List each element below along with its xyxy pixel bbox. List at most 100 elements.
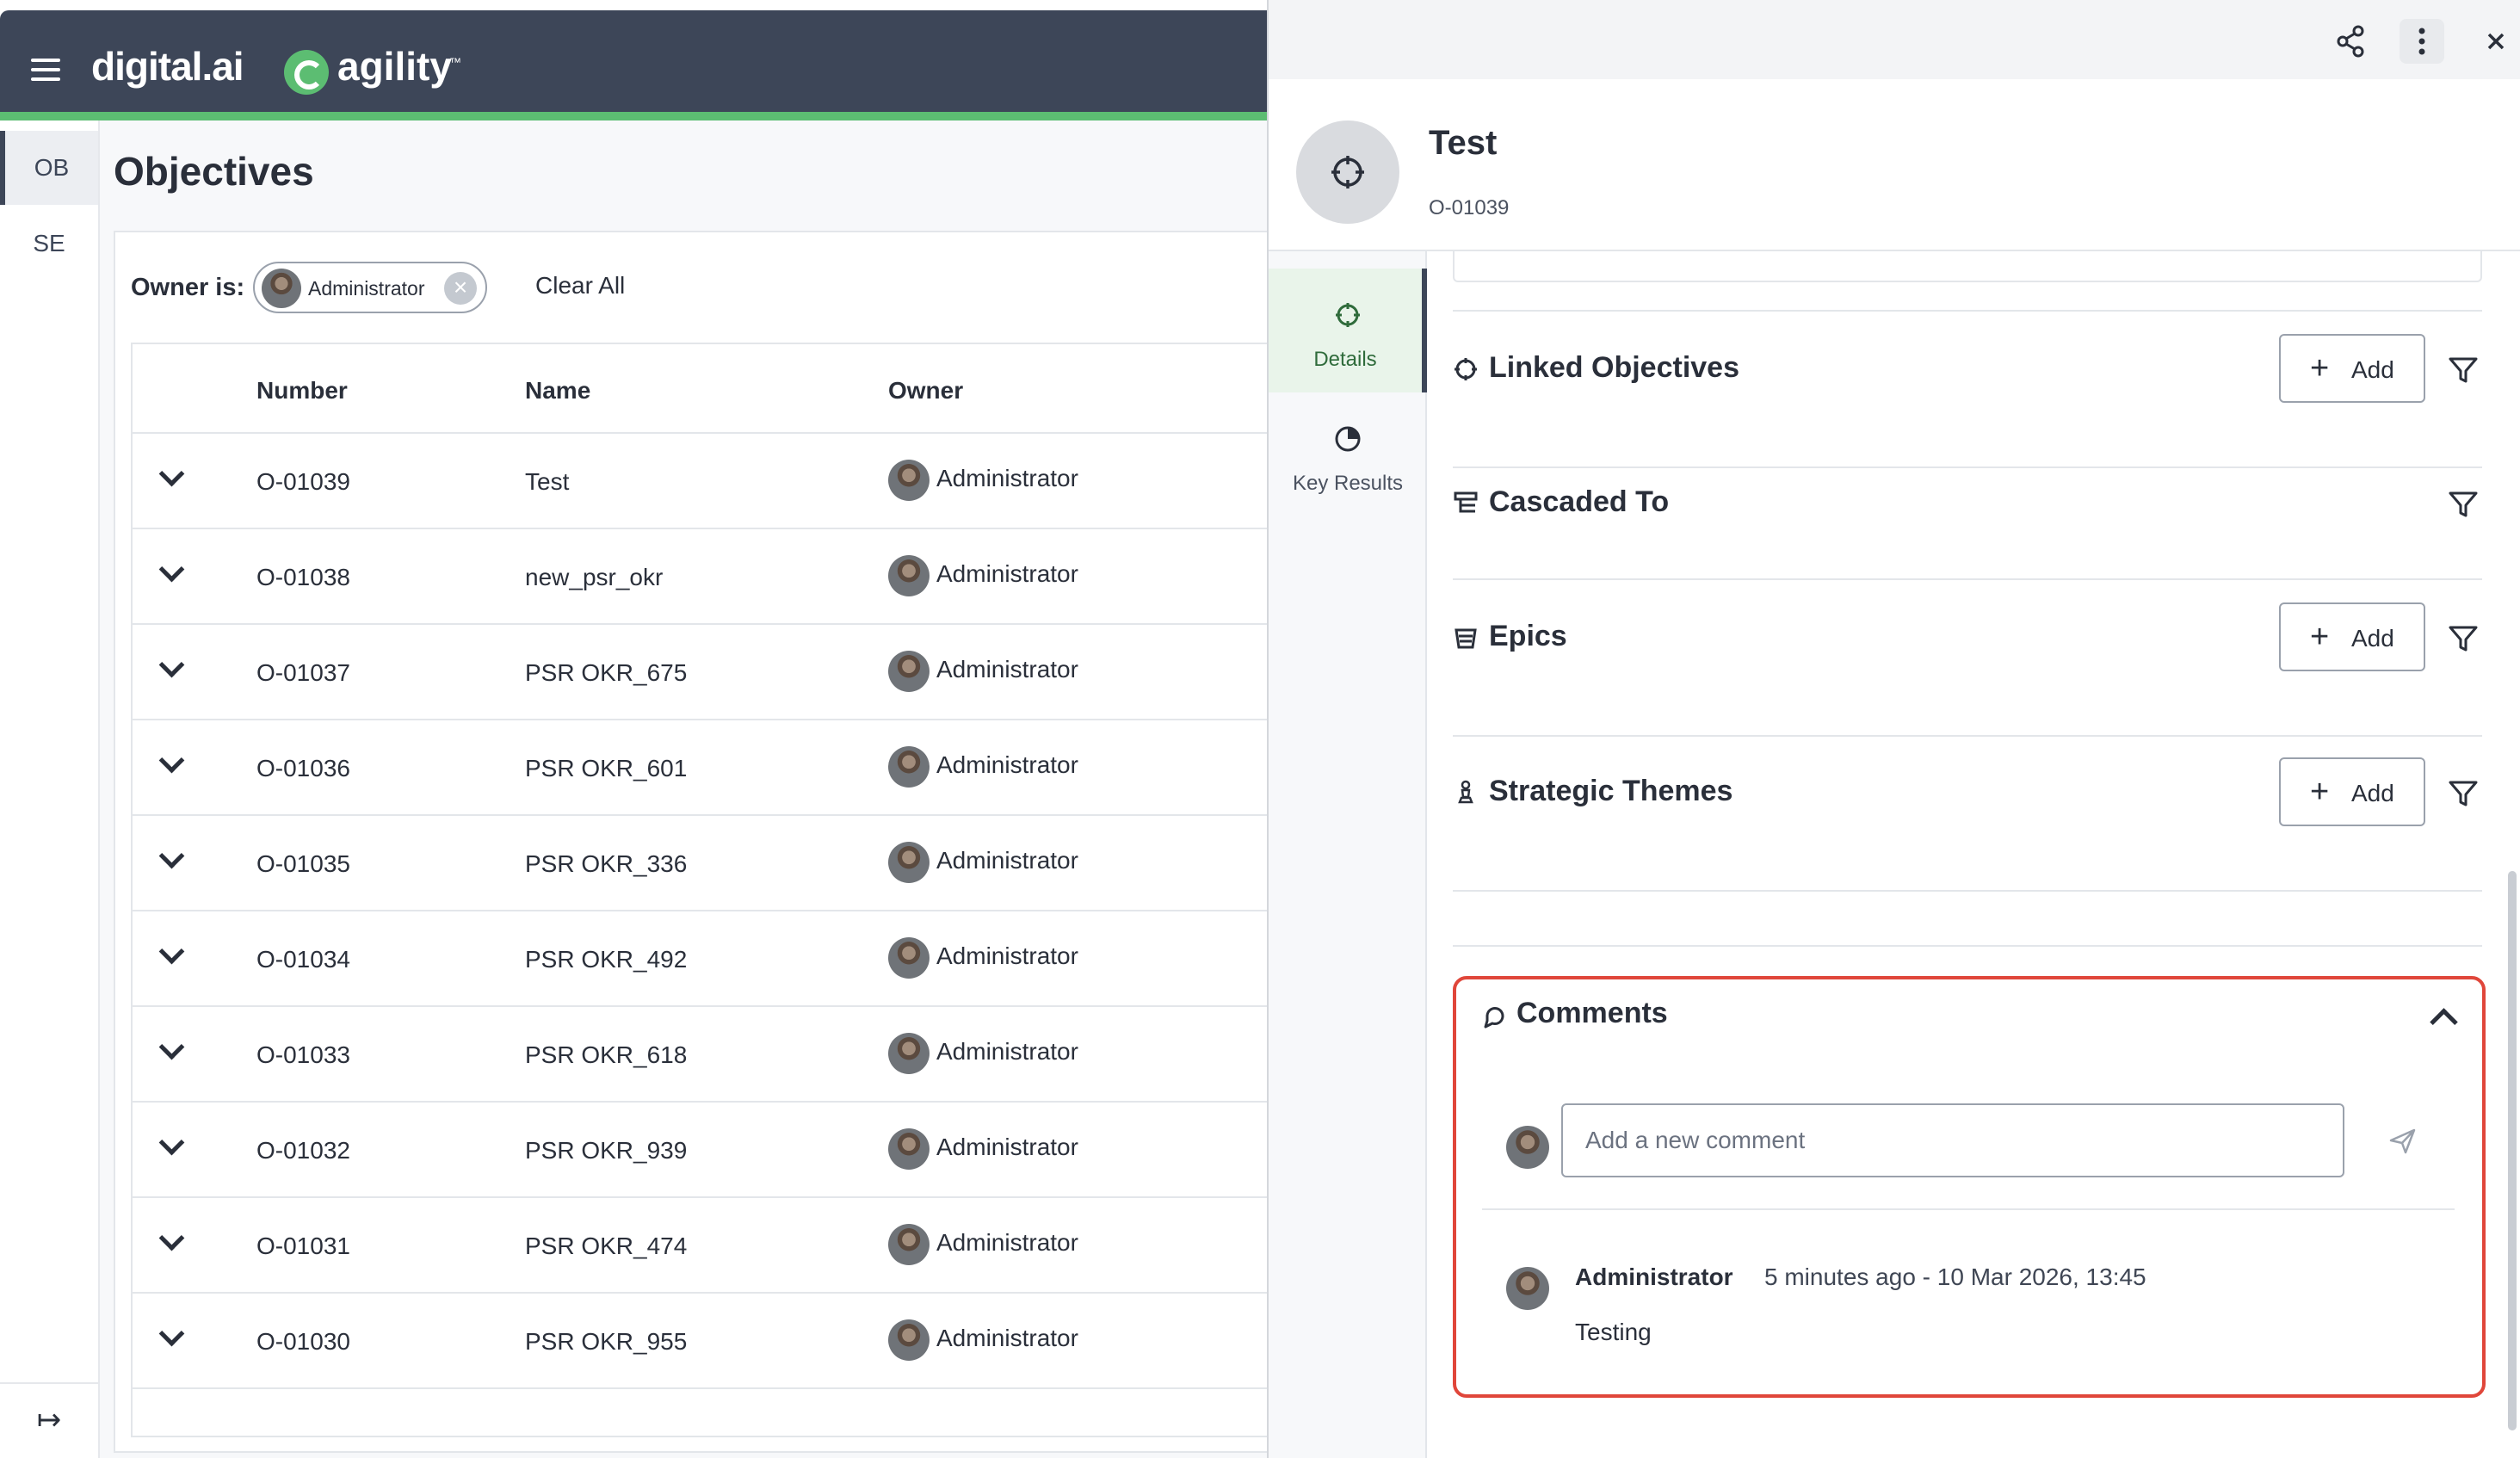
row-number[interactable]: O-01038 [256, 564, 350, 591]
tab-label: Details [1313, 348, 1377, 371]
tab-details[interactable]: Details [1269, 269, 1427, 392]
plus-icon: + [2310, 619, 2330, 655]
owner-name: Administrator [936, 751, 1078, 778]
avatar [1506, 1267, 1549, 1310]
add-label: Add [2351, 625, 2394, 652]
comment-timestamp: 5 minutes ago - 10 Mar 2026, 13:45 [1764, 1263, 2146, 1290]
section-title: Epics [1489, 620, 1567, 652]
agility-logo-icon [284, 50, 329, 95]
owner-name: Administrator [936, 1038, 1078, 1065]
divider [1482, 1208, 2455, 1210]
chevron-down-icon[interactable] [158, 751, 184, 777]
clear-all-button[interactable]: Clear All [535, 272, 625, 300]
avatar [1506, 1126, 1549, 1169]
add-label: Add [2351, 356, 2394, 383]
rail-item-strategic[interactable]: SE [0, 207, 98, 281]
column-header-name[interactable]: Name [525, 377, 590, 405]
row-number[interactable]: O-01039 [256, 468, 350, 496]
row-name[interactable]: PSR OKR_601 [525, 755, 687, 782]
divider [1453, 735, 2482, 737]
send-icon[interactable] [2387, 1126, 2418, 1157]
filter-icon[interactable] [2446, 621, 2480, 656]
table-row[interactable]: O-01038 new_psr_okr Administrator [133, 529, 1269, 625]
owner-filter-chip[interactable]: Administrator × [253, 262, 487, 313]
row-number[interactable]: O-01030 [256, 1328, 350, 1356]
plus-icon: + [2310, 350, 2330, 386]
expand-panel-icon[interactable]: ↦ [0, 1382, 98, 1458]
row-name[interactable]: PSR OKR_675 [525, 659, 687, 687]
add-label: Add [2351, 780, 2394, 806]
plus-icon: + [2310, 774, 2330, 810]
chevron-down-icon[interactable] [158, 847, 184, 873]
table-row[interactable]: O-01035 PSR OKR_336 Administrator [133, 816, 1269, 911]
detail-id: O-01039 [1429, 196, 1510, 219]
row-name[interactable]: PSR OKR_939 [525, 1137, 687, 1165]
avatar [888, 460, 930, 501]
chevron-down-icon[interactable] [158, 1038, 184, 1064]
row-number[interactable]: O-01033 [256, 1041, 350, 1069]
tab-key-results[interactable]: Key Results [1269, 392, 1427, 516]
comment-input[interactable] [1561, 1103, 2344, 1177]
table-row[interactable]: O-01033 PSR OKR_618 Administrator [133, 1007, 1269, 1103]
row-number[interactable]: O-01034 [256, 946, 350, 973]
add-strategic-theme-button[interactable]: + Add [2279, 757, 2425, 826]
close-icon[interactable] [2474, 19, 2518, 64]
row-number[interactable]: O-01031 [256, 1233, 350, 1260]
chevron-down-icon[interactable] [158, 465, 184, 491]
owner-name: Administrator [936, 465, 1078, 491]
divider [1453, 945, 2482, 947]
table-row[interactable]: O-01039 Test Administrator [133, 434, 1269, 529]
table-row[interactable]: O-01032 PSR OKR_939 Administrator [133, 1103, 1269, 1198]
column-header-owner[interactable]: Owner [888, 377, 963, 405]
avatar [888, 555, 930, 596]
add-epic-button[interactable]: + Add [2279, 602, 2425, 671]
detail-header: Test O-01039 [1269, 79, 2520, 251]
row-number[interactable]: O-01037 [256, 659, 350, 687]
chevron-down-icon[interactable] [158, 942, 184, 968]
scrollbar[interactable] [2508, 871, 2517, 1430]
remove-filter-icon[interactable]: × [444, 272, 477, 305]
filter-icon[interactable] [2446, 353, 2480, 387]
divider [1453, 890, 2482, 892]
row-name[interactable]: PSR OKR_492 [525, 946, 687, 973]
row-name[interactable]: PSR OKR_955 [525, 1328, 687, 1356]
table-row[interactable]: O-01030 PSR OKR_955 Administrator [133, 1294, 1269, 1389]
divider [1453, 578, 2482, 580]
avatar [888, 1224, 930, 1265]
chevron-down-icon[interactable] [158, 656, 184, 682]
row-name[interactable]: new_psr_okr [525, 564, 663, 591]
header-accent-bar [0, 112, 1267, 120]
row-name[interactable]: PSR OKR_474 [525, 1233, 687, 1260]
row-name[interactable]: PSR OKR_336 [525, 850, 687, 878]
row-name[interactable]: Test [525, 468, 569, 496]
row-number[interactable]: O-01032 [256, 1137, 350, 1165]
row-number[interactable]: O-01036 [256, 755, 350, 782]
add-linked-objective-button[interactable]: + Add [2279, 334, 2425, 403]
table-row[interactable]: O-01031 PSR OKR_474 Administrator [133, 1198, 1269, 1294]
more-vertical-icon[interactable] [2400, 19, 2444, 64]
share-icon[interactable] [2329, 19, 2374, 64]
objectives-list-card: Owner is: Administrator × Clear All Numb… [114, 231, 1269, 1453]
table-row[interactable]: O-01034 PSR OKR_492 Administrator [133, 911, 1269, 1007]
table-row[interactable]: O-01036 PSR OKR_601 Administrator [133, 720, 1269, 816]
chess-piece-icon [1458, 780, 1473, 804]
filter-icon[interactable] [2446, 776, 2480, 811]
filter-label: Owner is: [131, 274, 245, 301]
crosshair-icon [1336, 303, 1360, 327]
hamburger-menu-icon[interactable] [31, 57, 65, 83]
chevron-down-icon[interactable] [158, 1229, 184, 1255]
chevron-down-icon[interactable] [158, 560, 184, 586]
chevron-down-icon[interactable] [158, 1325, 184, 1350]
chevron-up-icon[interactable] [2427, 1002, 2458, 1033]
brand-trademark: ™ [449, 55, 461, 69]
section-title: Linked Objectives [1489, 351, 1739, 384]
column-header-number[interactable]: Number [256, 377, 348, 405]
owner-name: Administrator [936, 1325, 1078, 1351]
row-name[interactable]: PSR OKR_618 [525, 1041, 687, 1069]
row-number[interactable]: O-01035 [256, 850, 350, 878]
section-title: Strategic Themes [1489, 775, 1733, 807]
rail-item-objectives[interactable]: OB [0, 131, 98, 205]
chevron-down-icon[interactable] [158, 1134, 184, 1159]
filter-icon[interactable] [2446, 487, 2480, 522]
table-row[interactable]: O-01037 PSR OKR_675 Administrator [133, 625, 1269, 720]
